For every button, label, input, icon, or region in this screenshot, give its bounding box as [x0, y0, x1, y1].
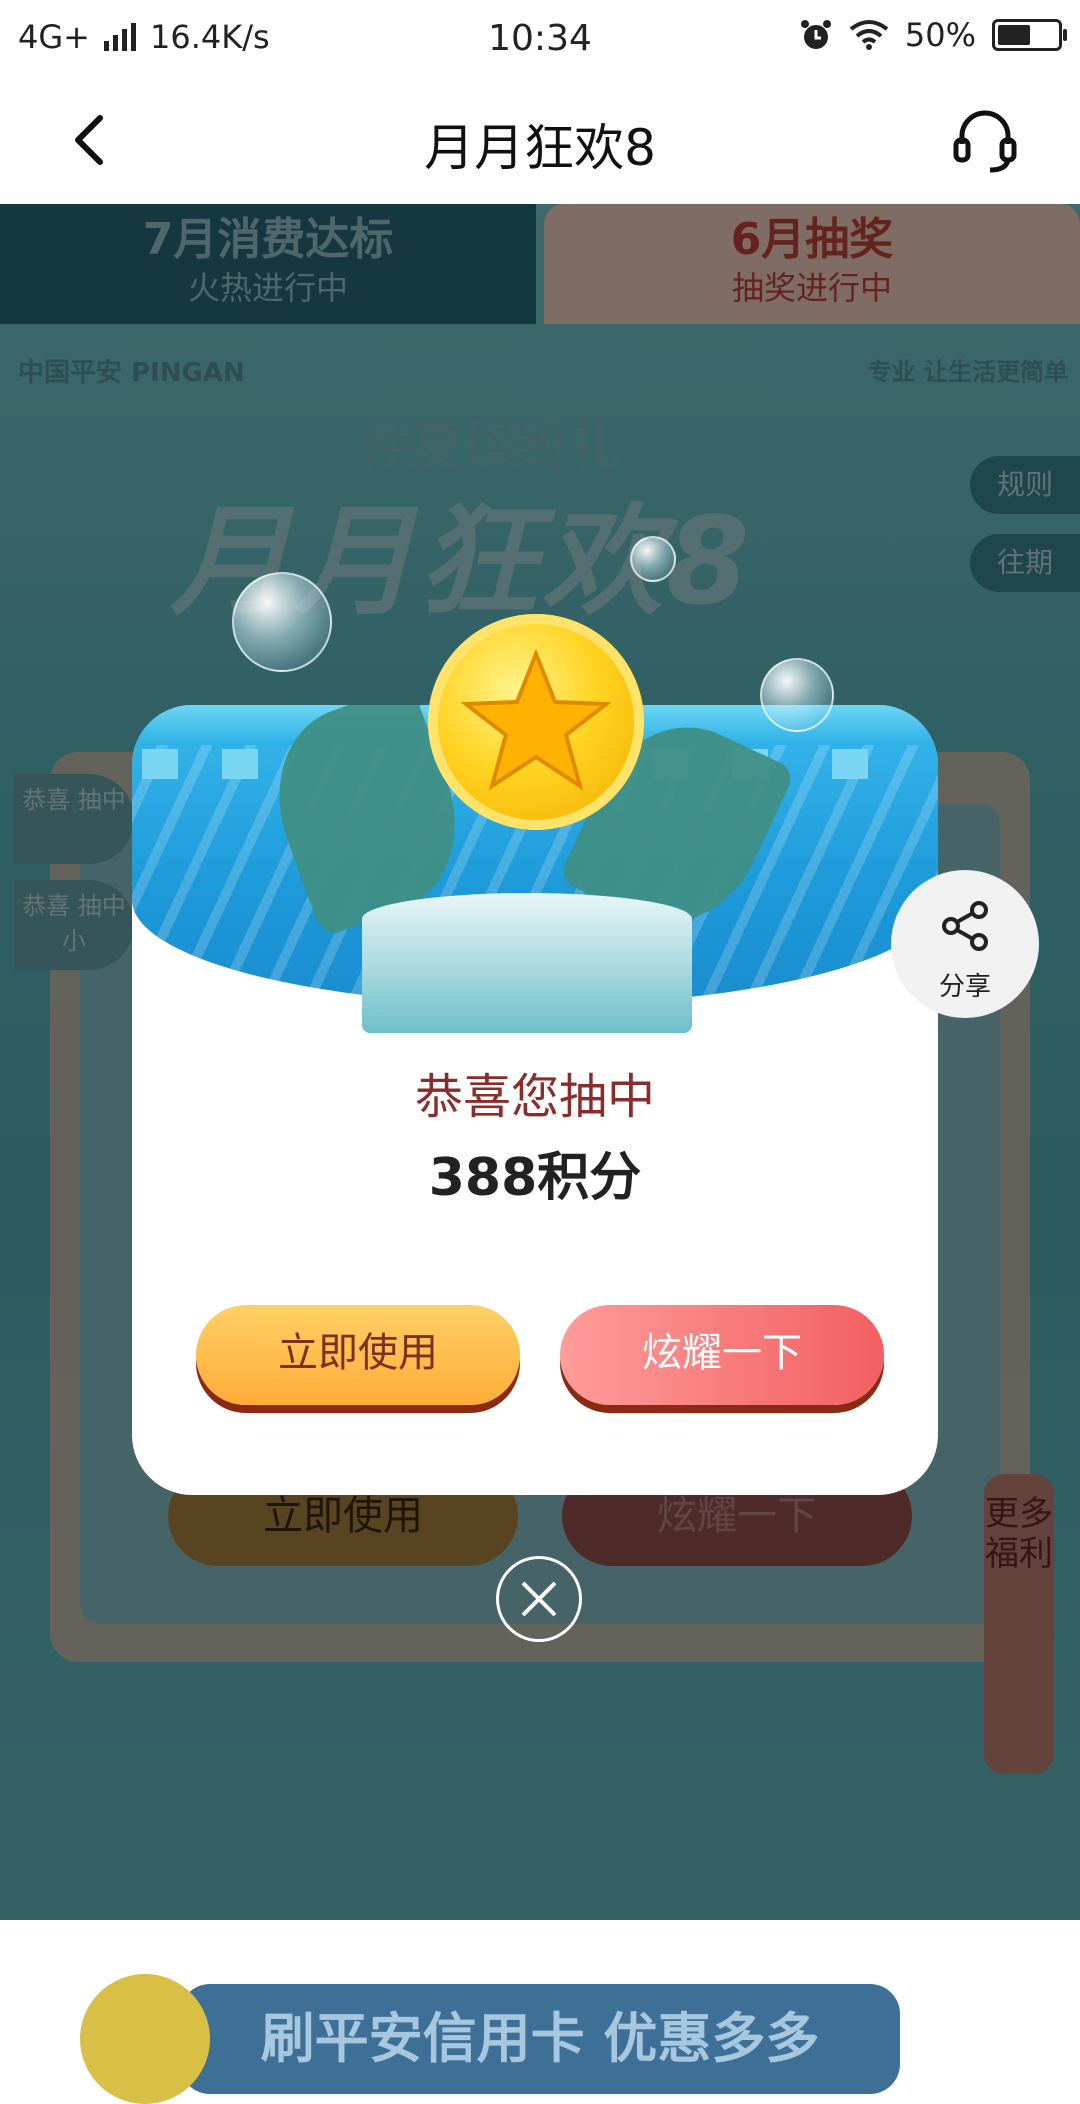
share-label: 分享	[938, 972, 991, 1002]
bubble-decoration	[232, 572, 332, 672]
customer-service-icon[interactable]	[950, 106, 1020, 176]
pool-tile	[832, 749, 868, 779]
status-bar: 4G+ 16.4K/s 10:34 50%	[0, 0, 1080, 76]
close-icon	[521, 1581, 557, 1617]
close-button[interactable]	[496, 1556, 582, 1642]
prize-message: 恭喜您抽中	[414, 1069, 655, 1125]
status-right: 50%	[799, 16, 1067, 54]
podium-decoration	[362, 893, 692, 1033]
use-now-button[interactable]: 立即使用	[196, 1305, 520, 1405]
battery-percent: 50%	[904, 16, 976, 54]
pool-tile	[142, 749, 178, 779]
battery-fill	[998, 25, 1030, 45]
duck-decoration	[80, 1974, 210, 2104]
bubble-decoration	[760, 658, 834, 732]
alarm-icon	[800, 20, 831, 49]
bubble-decoration	[630, 536, 676, 582]
credit-card-banner[interactable]: 刷平安信用卡 优惠多多	[180, 1984, 900, 2094]
nav-bar: 月月狂欢8	[0, 76, 1080, 204]
share-button[interactable]: 分享	[891, 870, 1039, 1018]
pool-tile	[222, 749, 258, 779]
page-title: 月月狂欢8	[424, 119, 656, 177]
prize-amount: 388积分	[428, 1148, 642, 1208]
wifi-icon	[849, 20, 889, 50]
battery-icon	[992, 19, 1067, 51]
star-coin-icon	[428, 614, 644, 830]
share-icon	[942, 901, 988, 951]
show-off-button[interactable]: 炫耀一下	[560, 1305, 884, 1405]
